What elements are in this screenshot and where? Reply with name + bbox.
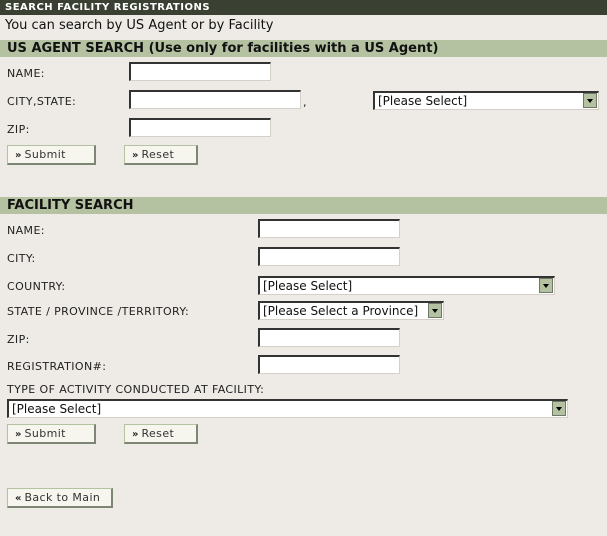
facility-submit-label: Submit: [24, 427, 66, 440]
activity-label: TYPE OF ACTIVITY CONDUCTED AT FACILITY:: [7, 383, 265, 396]
agent-reset-button[interactable]: » Reset: [124, 145, 198, 165]
intro-text: You can search by US Agent or by Facilit…: [5, 18, 274, 33]
registration-input[interactable]: [258, 355, 400, 374]
activity-select[interactable]: [Please Select]: [7, 399, 568, 418]
facility-name-label: NAME:: [7, 224, 45, 237]
facility-city-label: CITY:: [7, 252, 36, 265]
double-chevron-left-icon: «: [15, 493, 22, 504]
province-label: STATE / PROVINCE /TERRITORY:: [7, 305, 190, 318]
facility-name-input[interactable]: [258, 219, 400, 238]
double-chevron-right-icon: »: [132, 150, 139, 161]
agent-reset-label: Reset: [141, 148, 175, 161]
comma-separator: ,: [303, 96, 307, 109]
agent-state-select-value: [Please Select]: [378, 94, 468, 108]
facility-search-header: FACILITY SEARCH: [0, 197, 607, 214]
facility-zip-label: ZIP:: [7, 333, 30, 346]
double-chevron-right-icon: »: [132, 429, 139, 440]
agent-zip-label: ZIP:: [7, 123, 30, 136]
country-select[interactable]: [Please Select]: [258, 276, 555, 295]
dropdown-arrow-icon[interactable]: [552, 401, 566, 416]
dropdown-arrow-icon[interactable]: [428, 303, 442, 318]
back-to-main-label: Back to Main: [24, 491, 101, 504]
province-select[interactable]: [Please Select a Province]: [258, 301, 444, 320]
facility-reset-button[interactable]: » Reset: [124, 424, 198, 444]
agent-city-input[interactable]: [129, 90, 301, 109]
dropdown-arrow-icon[interactable]: [583, 93, 597, 108]
agent-name-label: NAME:: [7, 67, 45, 80]
activity-select-value: [Please Select]: [12, 402, 102, 416]
facility-city-input[interactable]: [258, 247, 400, 266]
agent-state-select[interactable]: [Please Select]: [373, 91, 599, 110]
facility-zip-input[interactable]: [258, 328, 400, 347]
agent-zip-input[interactable]: [129, 118, 271, 137]
facility-reset-label: Reset: [141, 427, 175, 440]
double-chevron-right-icon: »: [15, 150, 22, 161]
province-select-value: [Please Select a Province]: [263, 304, 419, 318]
agent-search-header: US AGENT SEARCH (Use only for facilities…: [0, 40, 607, 57]
facility-submit-button[interactable]: » Submit: [7, 424, 96, 444]
double-chevron-right-icon: »: [15, 429, 22, 440]
country-select-value: [Please Select]: [263, 279, 353, 293]
agent-name-input[interactable]: [129, 62, 271, 81]
agent-city-state-label: CITY,STATE:: [7, 95, 77, 108]
dropdown-arrow-icon[interactable]: [539, 278, 553, 293]
page-title: SEARCH FACILITY REGISTRATIONS: [0, 0, 607, 15]
agent-submit-label: Submit: [24, 148, 66, 161]
registration-label: REGISTRATION#:: [7, 360, 107, 373]
agent-submit-button[interactable]: » Submit: [7, 145, 96, 165]
back-to-main-button[interactable]: «Back to Main: [7, 488, 113, 508]
country-label: COUNTRY:: [7, 280, 66, 293]
